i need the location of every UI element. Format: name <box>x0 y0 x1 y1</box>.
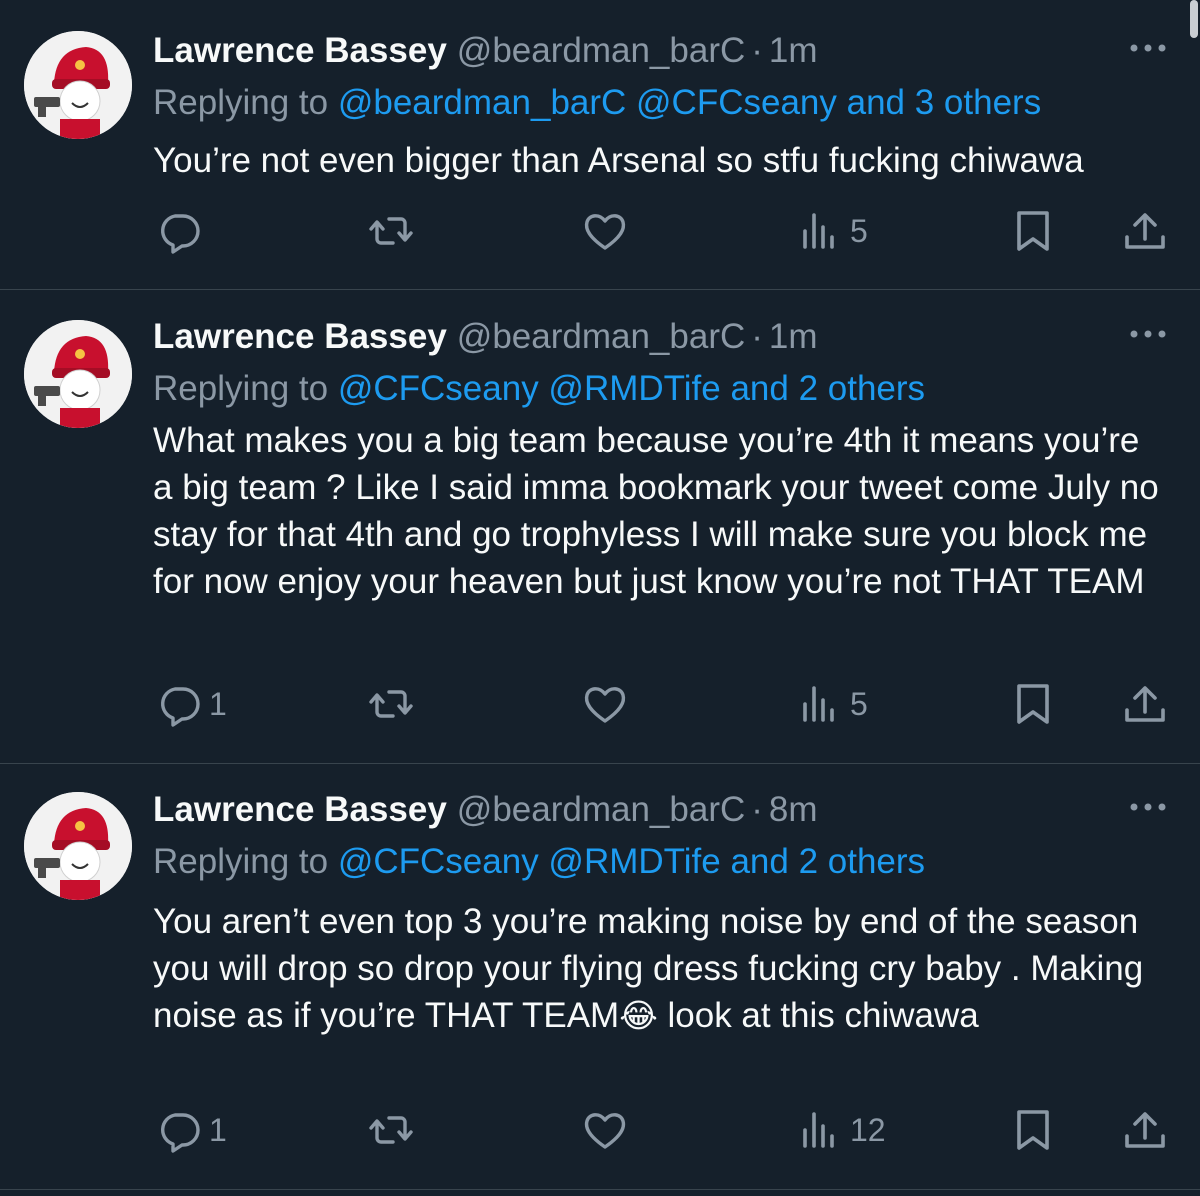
retweet-button[interactable] <box>367 206 421 256</box>
replying-to-prefix: Replying to <box>153 842 329 881</box>
replying-to-prefix: Replying to <box>153 83 329 122</box>
replying-to: Replying to @CFCseany @RMDTife and 2 oth… <box>153 840 925 884</box>
tweet-text-tail: look at this chiwawa <box>657 996 979 1035</box>
more-horizontal-icon <box>1130 330 1166 338</box>
heart-icon <box>584 214 626 250</box>
separator-dot: · <box>751 317 763 356</box>
scrollbar-thumb[interactable] <box>1190 0 1198 38</box>
reply-button[interactable] <box>155 206 209 256</box>
share-upload-icon <box>1125 1112 1165 1148</box>
retweet-arrows-icon <box>369 1116 413 1144</box>
replying-to: Replying to @beardman_barC @CFCseany and… <box>153 81 1041 125</box>
bar-chart-icon <box>803 1112 834 1148</box>
heart-icon <box>584 1113 626 1149</box>
like-button[interactable] <box>581 206 635 256</box>
bookmark-icon <box>1017 684 1049 724</box>
avatar[interactable] <box>24 320 132 428</box>
bar-chart-icon <box>803 213 834 249</box>
reply-thread: Lawrence Bassey @beardman_barC · 1m Replyin… <box>0 0 1200 1196</box>
tweet-actions: 5 <box>153 206 1170 256</box>
reply-count: 1 <box>209 685 227 722</box>
tweet-header: Lawrence Bassey @beardman_barC · 8m <box>153 788 818 832</box>
tweet-1[interactable]: Lawrence Bassey @beardman_barC · 1m Replyin… <box>0 0 1200 290</box>
views-count: 5 <box>850 212 868 249</box>
like-button[interactable] <box>581 679 635 729</box>
more-horizontal-icon <box>1130 803 1166 811</box>
avatar[interactable] <box>24 792 132 900</box>
share-button[interactable] <box>1121 206 1169 256</box>
author-handle[interactable]: @beardman_barC <box>457 790 745 829</box>
views-button[interactable]: 5 <box>796 679 868 729</box>
retweet-button[interactable] <box>367 679 421 729</box>
share-button[interactable] <box>1121 679 1169 729</box>
author-handle[interactable]: @beardman_barC <box>457 31 745 70</box>
tweet-text: What makes you a big team because you’re… <box>153 421 1159 601</box>
tweet-text: You aren’t even top 3 you’re making nois… <box>153 898 1163 1039</box>
author-name[interactable]: Lawrence Bassey <box>153 317 447 356</box>
retweet-arrows-icon <box>369 217 413 245</box>
replying-to-others-link[interactable]: and 3 others <box>847 83 1042 122</box>
replying-to-mentions[interactable]: @CFCseany @RMDTife <box>338 842 721 881</box>
replying-to-others-link[interactable]: and 2 others <box>730 369 925 408</box>
avatar-image <box>24 792 132 900</box>
author-handle[interactable]: @beardman_barC <box>457 317 745 356</box>
bookmark-button[interactable] <box>1009 1105 1057 1155</box>
timestamp[interactable]: 1m <box>769 317 818 356</box>
share-upload-icon <box>1125 213 1165 249</box>
tears-of-joy-emoji: 😂 <box>619 996 658 1035</box>
avatar[interactable] <box>24 31 132 139</box>
views-button[interactable]: 12 <box>796 1105 886 1155</box>
timestamp[interactable]: 8m <box>769 790 818 829</box>
tweet-text: You’re not even bigger than Arsenal so s… <box>153 141 1084 180</box>
retweet-button[interactable] <box>367 1105 421 1155</box>
more-options-button[interactable] <box>1126 792 1170 822</box>
retweet-arrows-icon <box>369 690 413 718</box>
author-name[interactable]: Lawrence Bassey <box>153 790 447 829</box>
separator-dot: · <box>751 790 763 829</box>
replying-to-mentions[interactable]: @beardman_barC @CFCseany <box>338 83 837 122</box>
share-button[interactable] <box>1121 1105 1169 1155</box>
tweet-actions: 1 12 <box>153 1105 1170 1155</box>
avatar-image <box>24 320 132 428</box>
bar-chart-icon <box>803 686 834 722</box>
bookmark-button[interactable] <box>1009 206 1057 256</box>
views-count: 12 <box>850 1111 886 1148</box>
like-button[interactable] <box>581 1105 635 1155</box>
avatar-image <box>24 31 132 139</box>
reply-bubble-icon <box>161 687 200 727</box>
tweet-header: Lawrence Bassey @beardman_barC · 1m <box>153 29 818 73</box>
tweet-actions: 1 5 <box>153 679 1170 729</box>
bookmark-icon <box>1017 1110 1049 1150</box>
author-name[interactable]: Lawrence Bassey <box>153 31 447 70</box>
tweet-3[interactable]: Lawrence Bassey @beardman_barC · 8m Replyin… <box>0 764 1200 1190</box>
more-options-button[interactable] <box>1126 33 1170 63</box>
separator-dot: · <box>751 31 763 70</box>
reply-count: 1 <box>209 1111 227 1148</box>
share-upload-icon <box>1125 686 1165 722</box>
reply-button[interactable]: 1 <box>155 1105 227 1155</box>
tweet-2[interactable]: Lawrence Bassey @beardman_barC · 1m Replyin… <box>0 290 1200 764</box>
reply-button[interactable]: 1 <box>155 679 227 729</box>
bookmark-button[interactable] <box>1009 679 1057 729</box>
more-horizontal-icon <box>1130 44 1166 52</box>
tweet-header: Lawrence Bassey @beardman_barC · 1m <box>153 315 818 359</box>
heart-icon <box>584 687 626 723</box>
timestamp[interactable]: 1m <box>769 31 818 70</box>
views-button[interactable]: 5 <box>796 206 868 256</box>
replying-to-prefix: Replying to <box>153 369 329 408</box>
replying-to: Replying to @CFCseany @RMDTife and 2 oth… <box>153 367 925 411</box>
reply-bubble-icon <box>161 1113 200 1153</box>
more-options-button[interactable] <box>1126 319 1170 349</box>
views-count: 5 <box>850 685 868 722</box>
replying-to-others-link[interactable]: and 2 others <box>730 842 925 881</box>
replying-to-mentions[interactable]: @CFCseany @RMDTife <box>338 369 721 408</box>
reply-bubble-icon <box>161 214 200 254</box>
bookmark-icon <box>1017 211 1049 251</box>
